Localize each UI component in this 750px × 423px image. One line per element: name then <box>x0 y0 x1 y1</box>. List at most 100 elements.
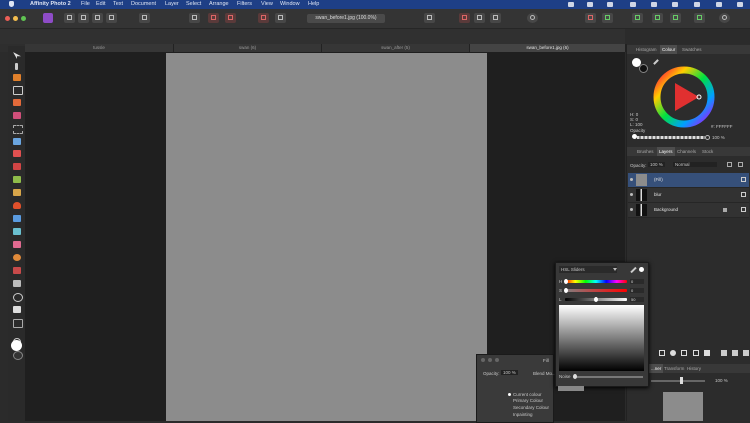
marquee-tool-icon[interactable] <box>13 125 23 134</box>
view-tool-icon[interactable] <box>15 63 18 70</box>
document-title[interactable]: swan_before1.jpg (100.0%) <box>307 14 385 23</box>
visibility-icon[interactable] <box>630 208 633 211</box>
selection-brush-tool-icon[interactable] <box>13 138 21 145</box>
dialog-minimize-button[interactable] <box>488 358 492 362</box>
burn-tool-icon[interactable] <box>13 202 21 209</box>
color-picker-tool-icon[interactable] <box>13 74 21 81</box>
hand-tool-icon[interactable] <box>13 351 23 360</box>
assistant-icon[interactable] <box>527 13 538 23</box>
primary-color-swatch[interactable] <box>11 340 22 351</box>
lightness-preview-field[interactable] <box>559 305 644 371</box>
slider-mode-select[interactable]: HSL Sliders <box>559 266 617 273</box>
menu-select[interactable]: Select <box>186 1 201 7</box>
opacity-slider[interactable] <box>637 136 705 139</box>
add-layer-icon[interactable] <box>732 350 738 356</box>
layer-row-background[interactable]: Background <box>628 203 749 218</box>
opacity-value[interactable]: 100 % <box>712 135 725 140</box>
live-filter-icon[interactable] <box>681 350 687 356</box>
dialog-zoom-button[interactable] <box>495 358 499 362</box>
tray-icon[interactable] <box>672 2 678 7</box>
text-icon[interactable] <box>704 350 710 356</box>
blemish-tool-icon[interactable] <box>13 254 21 261</box>
group-icon[interactable] <box>721 350 727 356</box>
dialog-close-button[interactable] <box>481 358 485 362</box>
studio-icon[interactable] <box>670 13 681 23</box>
fill-blend-mode[interactable]: Blend Mo... <box>533 371 556 376</box>
adjustment-icon[interactable] <box>670 350 676 356</box>
selection-red-icon[interactable] <box>258 13 269 23</box>
menu-help[interactable]: Help <box>308 1 319 7</box>
tab-transform[interactable]: Transform <box>664 364 684 373</box>
tab-swan[interactable]: swan (6) <box>174 44 322 52</box>
persona-tonemap-icon[interactable] <box>92 13 103 23</box>
menu-layer[interactable]: Layer <box>165 1 179 7</box>
tray-icon[interactable] <box>607 2 613 7</box>
eyedropper-icon[interactable] <box>630 266 637 274</box>
stroke-swatch[interactable] <box>639 64 648 73</box>
tray-icon[interactable] <box>651 2 657 7</box>
blend-mode-select[interactable]: Normal <box>673 162 717 167</box>
tab-history[interactable]: History <box>687 364 701 373</box>
radio-selected-icon[interactable] <box>508 393 511 396</box>
layer-options-icon[interactable] <box>738 162 743 167</box>
layer-checkbox-icon[interactable] <box>741 207 746 212</box>
grid-icon[interactable] <box>490 13 501 23</box>
selection-red-icon[interactable] <box>225 13 236 23</box>
menu-app-name[interactable]: Affinity Photo 2 <box>30 1 71 7</box>
navigator-preview[interactable] <box>663 392 703 421</box>
saturation-value[interactable]: 0 <box>630 288 644 293</box>
tab-swan-before1[interactable]: swan_before1.jpg (6) <box>470 44 626 52</box>
tab-navigator[interactable]: ...ner <box>649 364 664 373</box>
fill-option-current[interactable]: Current colour <box>513 392 542 397</box>
visibility-icon[interactable] <box>630 178 633 181</box>
account-icon[interactable] <box>719 13 730 23</box>
layers-opacity-value[interactable]: 100 % <box>648 162 665 167</box>
fill-option-inpainting[interactable]: Inpainting <box>513 412 533 417</box>
traffic-light-minimize[interactable] <box>13 16 18 21</box>
menu-document[interactable]: Document <box>131 1 156 7</box>
fill-option-primary[interactable]: Primary Colour <box>513 398 543 403</box>
saturation-slider[interactable] <box>565 289 627 292</box>
zoom-value[interactable]: 100 % <box>715 378 728 383</box>
persona-photo-icon[interactable] <box>43 13 53 23</box>
tab-tussle[interactable]: tussle <box>25 44 174 52</box>
tab-swan-after[interactable]: swan_after (5) <box>322 44 470 52</box>
fx-icon[interactable] <box>693 350 699 356</box>
brush-tool-icon[interactable] <box>13 99 21 106</box>
studio-icon[interactable] <box>602 13 613 23</box>
tab-swatches[interactable]: Swatches <box>682 45 702 54</box>
tray-icon[interactable] <box>716 2 722 7</box>
reset-icon[interactable] <box>705 135 710 140</box>
tab-stock[interactable]: Stock <box>702 147 713 156</box>
lightness-value[interactable]: 50 <box>630 297 644 302</box>
studio-icon[interactable] <box>652 13 663 23</box>
clone-tool-icon[interactable] <box>13 189 21 196</box>
traffic-light-zoom[interactable] <box>21 16 26 21</box>
studio-icon[interactable] <box>585 13 596 23</box>
delete-layer-icon[interactable] <box>743 350 749 356</box>
fill-opacity-value[interactable]: 100 % <box>501 370 518 375</box>
color-swatch-white[interactable] <box>639 267 644 272</box>
selection-red-icon[interactable] <box>208 13 219 23</box>
saturation-slider-handle[interactable] <box>564 288 568 293</box>
tray-icon[interactable] <box>737 2 743 7</box>
tab-layers[interactable]: Layers <box>657 147 675 156</box>
dodge-tool-icon[interactable] <box>13 176 21 183</box>
arrange-icon[interactable] <box>275 13 286 23</box>
shape-tool-icon[interactable] <box>13 293 23 302</box>
mixer-brush-tool-icon[interactable] <box>13 112 21 119</box>
menu-text[interactable]: Text <box>113 1 123 7</box>
layer-options-icon[interactable] <box>727 162 732 167</box>
red-eye-tool-icon[interactable] <box>13 267 21 274</box>
recent-colour-swatch[interactable] <box>558 386 584 391</box>
layer-checkbox-icon[interactable] <box>741 192 746 197</box>
move-tool-icon[interactable] <box>13 52 21 59</box>
hex-readout[interactable]: #: FFFFFF <box>711 124 733 129</box>
pen-tool-icon[interactable] <box>13 280 21 287</box>
hue-slider[interactable] <box>565 280 627 283</box>
tray-icon[interactable] <box>630 2 636 7</box>
crop-icon[interactable] <box>189 13 200 23</box>
lock-icon[interactable] <box>723 208 727 212</box>
tray-icon[interactable] <box>587 2 593 7</box>
layer-row-blur[interactable]: blur <box>628 188 749 203</box>
